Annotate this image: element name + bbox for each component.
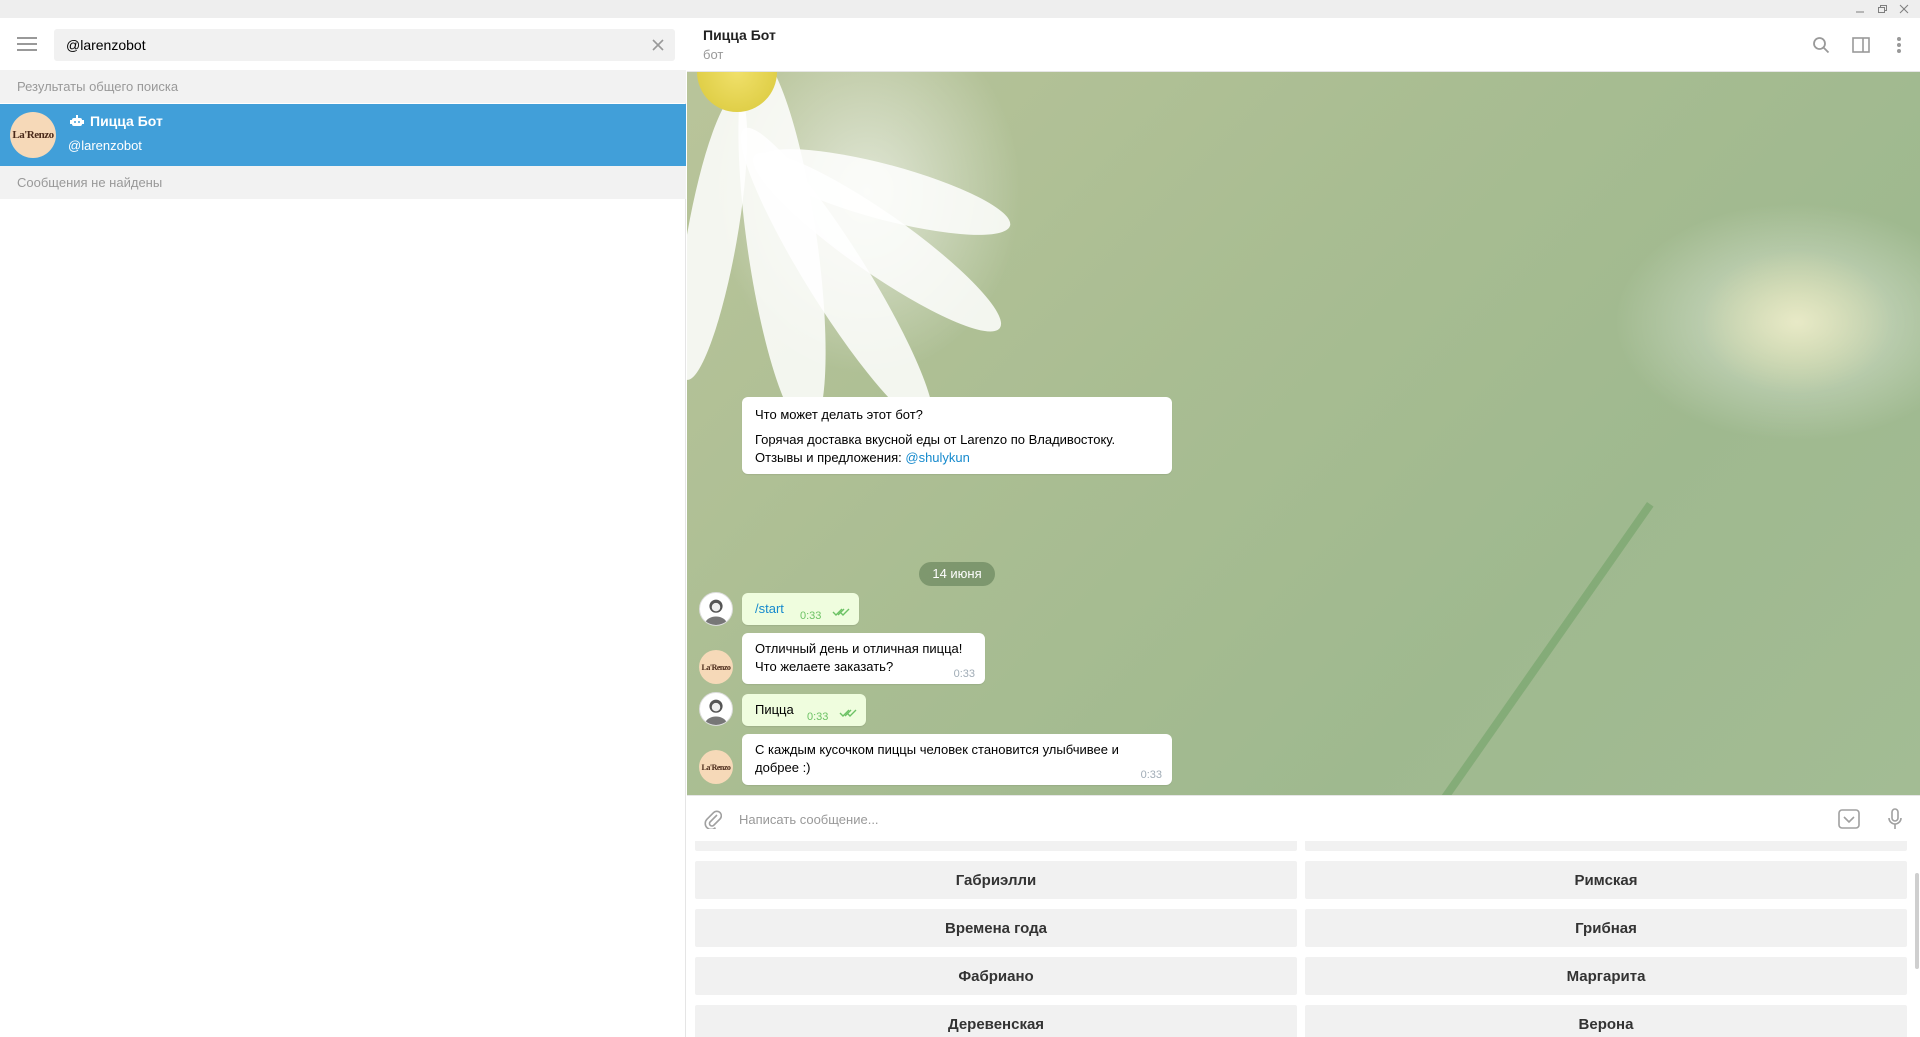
search-icon[interactable] — [1809, 33, 1833, 57]
user-avatar[interactable] — [699, 692, 733, 726]
keyboard-button[interactable]: Времена года — [695, 909, 1297, 947]
feedback-label: Отзывы и предложения: — [755, 450, 902, 465]
search-box — [54, 29, 675, 61]
bot-icon — [70, 115, 84, 126]
reply-keyboard: Габриэлли Римская Времена года Грибная Ф… — [687, 841, 1920, 1037]
restore-icon[interactable] — [1871, 0, 1893, 18]
dialogs-panel: Результаты общего поиска La'Renzo Пицца … — [0, 18, 686, 1037]
messages-not-found-header: Сообщения не найдены — [0, 166, 686, 199]
read-checks-icon — [839, 709, 857, 717]
keyboard-button[interactable]: Римская — [1305, 861, 1907, 899]
keyboard-button[interactable]: Грибная — [1305, 909, 1907, 947]
user-avatar[interactable] — [699, 592, 733, 626]
search-result-item[interactable]: La'Renzo Пицца Бот @larenzobot — [0, 104, 686, 166]
bot-info-title: Что может делать этот бот? — [755, 407, 923, 422]
attach-icon[interactable] — [701, 807, 725, 831]
search-header — [0, 18, 686, 70]
bot-avatar: La'Renzo — [10, 112, 56, 158]
keyboard-scrollbar[interactable] — [1915, 873, 1919, 969]
message-time: 0:33 — [953, 668, 975, 680]
message-text: Пицца — [755, 702, 794, 717]
message-time: 0:33 — [807, 711, 829, 723]
keyboard-button[interactable]: Деревенская — [695, 1005, 1297, 1037]
message-text-line: Отличный день и отличная пицца! — [755, 641, 963, 656]
avatar-logo: La'Renzo — [701, 762, 731, 772]
date-separator: 14 июня — [919, 562, 995, 586]
minimize-icon[interactable] — [1849, 0, 1871, 18]
clear-search-icon[interactable] — [649, 36, 667, 54]
result-name: Пицца Бот — [90, 113, 163, 129]
chat-background: Что может делать этот бот? Горячая доста… — [687, 72, 1920, 795]
message-text-line: Что желаете заказать? — [755, 659, 894, 674]
close-icon[interactable] — [1893, 0, 1915, 18]
message-time: 0:33 — [1140, 769, 1162, 781]
message-text-line: добрее :) — [755, 760, 811, 775]
more-icon[interactable] — [1887, 33, 1911, 57]
keyboard-button-partial[interactable] — [1305, 841, 1907, 851]
read-checks-icon — [832, 608, 850, 616]
keyboard-button[interactable]: Фабриано — [695, 957, 1297, 995]
avatar-logo: La'Renzo — [12, 129, 54, 141]
telegram-window: Результаты общего поиска La'Renzo Пицца … — [0, 0, 1920, 1037]
keyboard-button-partial[interactable] — [695, 841, 1297, 851]
bot-avatar-small[interactable]: La'Renzo — [699, 750, 733, 784]
hamburger-menu-icon[interactable] — [14, 32, 40, 56]
search-input[interactable] — [66, 29, 626, 61]
message-time: 0:33 — [800, 610, 822, 622]
message-command[interactable]: /start — [755, 600, 784, 618]
avatar-logo: La'Renzo — [701, 662, 731, 672]
window-titlebar — [0, 0, 1920, 18]
daisy-stem — [1429, 502, 1654, 795]
message-composer — [687, 795, 1920, 841]
microphone-icon[interactable] — [1883, 807, 1907, 831]
keyboard-button[interactable]: Верона — [1305, 1005, 1907, 1037]
result-username: @larenzobot — [68, 138, 142, 153]
keyboard-button[interactable]: Маргарита — [1305, 957, 1907, 995]
message-input[interactable] — [739, 804, 1819, 834]
chat-title[interactable]: Пицца Бот — [703, 27, 776, 43]
bot-info-description: Горячая доставка вкусной еды от Larenzo … — [755, 432, 1116, 447]
feedback-link[interactable]: @shulykun — [905, 450, 970, 465]
message-bubble-out[interactable]: Пицца 0:33 — [742, 694, 866, 726]
message-bubble-in[interactable]: Отличный день и отличная пицца! Что жела… — [742, 633, 985, 684]
message-text-line: С каждым кусочком пиццы человек становит… — [755, 742, 1119, 757]
chat-header: Пицца Бот бот — [687, 18, 1920, 72]
bot-info-card: Что может делать этот бот? Горячая доста… — [742, 397, 1172, 474]
keyboard-button[interactable]: Габриэлли — [695, 861, 1297, 899]
keyboard-toggle-icon[interactable] — [1837, 807, 1861, 831]
sidebar-toggle-icon[interactable] — [1849, 33, 1873, 57]
chat-status: бот — [703, 47, 724, 62]
message-bubble-out[interactable]: /start 0:33 — [742, 593, 859, 625]
bot-info-feedback: Отзывы и предложения: @shulykun — [755, 449, 970, 467]
bot-avatar-small[interactable]: La'Renzo — [699, 650, 733, 684]
global-results-header: Результаты общего поиска — [0, 70, 686, 103]
message-bubble-in[interactable]: С каждым кусочком пиццы человек становит… — [742, 734, 1172, 785]
